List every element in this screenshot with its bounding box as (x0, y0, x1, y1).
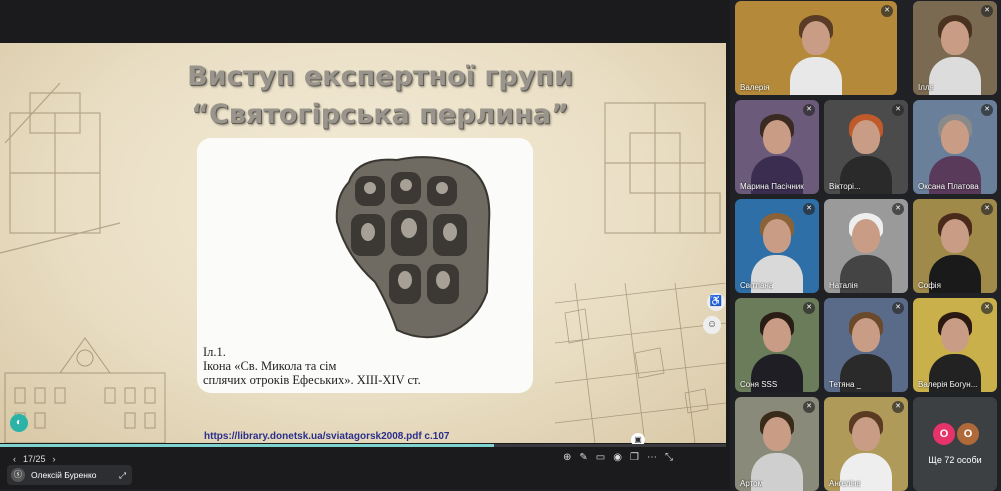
participant-tile[interactable]: ✕ Оксана Платова (913, 100, 997, 194)
participant-name: Валерія Богун... (918, 380, 978, 389)
chat-bot-icon[interactable]: ☺ (703, 316, 721, 334)
stone-icon-image (335, 156, 491, 339)
source-link[interactable]: https://library.donetsk.ua/sviatagorsk20… (204, 431, 449, 442)
participant-face (763, 417, 791, 451)
participant-body (929, 57, 981, 95)
presentation-stage: Виступ експертної групи “Святогірська пе… (0, 0, 730, 489)
participant-name: Наталія (829, 281, 858, 290)
viewer-toolbar: ⊕ ✎ ▭ ◉ ❐ ⋯ ⤡ (563, 452, 673, 463)
participant-dot: O (955, 421, 981, 447)
participant-tile[interactable]: ✕ Світлана (735, 199, 819, 293)
fullscreen-icon[interactable]: ⤡ (665, 452, 673, 463)
participant-face (941, 120, 969, 154)
participant-tile[interactable]: ✕ Соня SSS (735, 298, 819, 392)
reaction-icon[interactable]: ◐ (10, 414, 28, 432)
mic-muted-icon: ✕ (803, 401, 815, 413)
more-participants-label: Ще 72 особи (928, 455, 982, 465)
presenter-avatar: ⓢ (11, 468, 25, 482)
slide-title: Виступ експертної групи “Святогірська пе… (140, 58, 620, 134)
participant-tile[interactable]: ✕ Вікторі... (824, 100, 908, 194)
slide-progress-fill (0, 444, 494, 447)
participant-face (941, 219, 969, 253)
participant-face (941, 318, 969, 352)
mic-muted-icon: ✕ (981, 203, 993, 215)
broadcast-icon[interactable]: ◉ (613, 452, 622, 463)
caption-line: Іл.1. (203, 345, 226, 359)
participant-tile[interactable]: ✕ Ілля (913, 1, 997, 95)
participant-name: Артом (740, 479, 764, 488)
mic-muted-icon: ✕ (981, 5, 993, 17)
more-participants-tile[interactable]: O O Ще 72 особи (913, 397, 997, 491)
participant-name: Світлана (740, 281, 774, 290)
participant-face (852, 318, 880, 352)
participant-tile[interactable]: ✕ Марина Пасічник (735, 100, 819, 194)
mic-muted-icon: ✕ (981, 104, 993, 116)
participant-name: Тетяна _ (829, 380, 862, 389)
participants-grid: ✕ Валерія ✕ Ілля ✕ Марина Пасічник ✕ Вікторі...… (733, 0, 1001, 491)
participant-tile[interactable]: ✕ Валерія (735, 1, 897, 95)
participant-name: Вікторі... (829, 182, 861, 191)
city-map-sketch (555, 283, 726, 443)
participant-name: Софія (918, 281, 941, 290)
caption-line: сплячих отроків Ефеських». XIII-XIV ст. (203, 373, 421, 387)
participant-name: Соня SSS (740, 380, 778, 389)
page-indicator: 17/25 (23, 454, 46, 464)
participant-name: Марина Пасічник (740, 182, 804, 191)
participant-tile[interactable]: ✕ Наталія (824, 199, 908, 293)
participant-tile[interactable]: ✕ Артом (735, 397, 819, 491)
participant-face (802, 21, 830, 55)
mic-muted-icon: ✕ (892, 203, 904, 215)
participant-name: Оксана Платова (918, 182, 979, 191)
more-icon[interactable]: ⋯ (647, 452, 657, 463)
prev-page-icon[interactable]: ‹ (13, 454, 16, 464)
participant-tile[interactable]: ✕ Тетяна _ (824, 298, 908, 392)
mic-muted-icon: ✕ (981, 302, 993, 314)
participant-face (852, 417, 880, 451)
participant-face (852, 120, 880, 154)
slide-title-line1: Виступ експертної групи (187, 61, 573, 92)
participant-face (852, 219, 880, 253)
participant-name: Ангеліна (829, 479, 861, 488)
mic-muted-icon: ✕ (803, 203, 815, 215)
mic-muted-icon: ✕ (803, 104, 815, 116)
zoom-icon[interactable]: ⊕ (563, 452, 571, 463)
mic-muted-icon: ✕ (881, 5, 893, 17)
participant-face (763, 120, 791, 154)
page-navigation: ‹ 17/25 › (13, 454, 56, 464)
participant-face (941, 21, 969, 55)
participant-face (763, 318, 791, 352)
mic-muted-icon: ✕ (803, 302, 815, 314)
captions-icon[interactable]: ▭ (596, 452, 605, 463)
presenter-name: Олексій Буренко (31, 470, 97, 480)
expand-icon[interactable]: ⤢ (119, 470, 126, 481)
participant-body (790, 57, 842, 95)
floorplan-sketch-left (0, 83, 121, 254)
slide-progress-bar (0, 444, 726, 447)
participant-name: Ілля (918, 83, 934, 92)
presenter-label: ⓢ Олексій Буренко ⤢ (7, 465, 132, 485)
participant-dot: O (931, 421, 957, 447)
mic-muted-icon: ✕ (892, 302, 904, 314)
participant-tile[interactable]: ✕ Ангеліна (824, 397, 908, 491)
participant-tile[interactable]: ✕ Валерія Богун... (913, 298, 997, 392)
image-caption: Іл.1. Ікона «Св. Микола та сім сплячих о… (203, 345, 533, 387)
slide-title-line2: “Святогірська перлина” (191, 99, 569, 130)
participant-tile[interactable]: ✕ Софія (913, 199, 997, 293)
mic-muted-icon: ✕ (892, 104, 904, 116)
accessibility-icon[interactable]: ♿ (707, 293, 725, 311)
caption-line: Ікона «Св. Микола та сім (203, 359, 337, 373)
participant-face (763, 219, 791, 253)
slide: Виступ експертної групи “Святогірська пе… (0, 43, 726, 443)
next-page-icon[interactable]: › (53, 454, 56, 464)
mic-muted-icon: ✕ (892, 401, 904, 413)
copy-icon[interactable]: ❐ (630, 452, 639, 463)
pen-icon[interactable]: ✎ (579, 452, 587, 463)
participant-name: Валерія (740, 83, 770, 92)
